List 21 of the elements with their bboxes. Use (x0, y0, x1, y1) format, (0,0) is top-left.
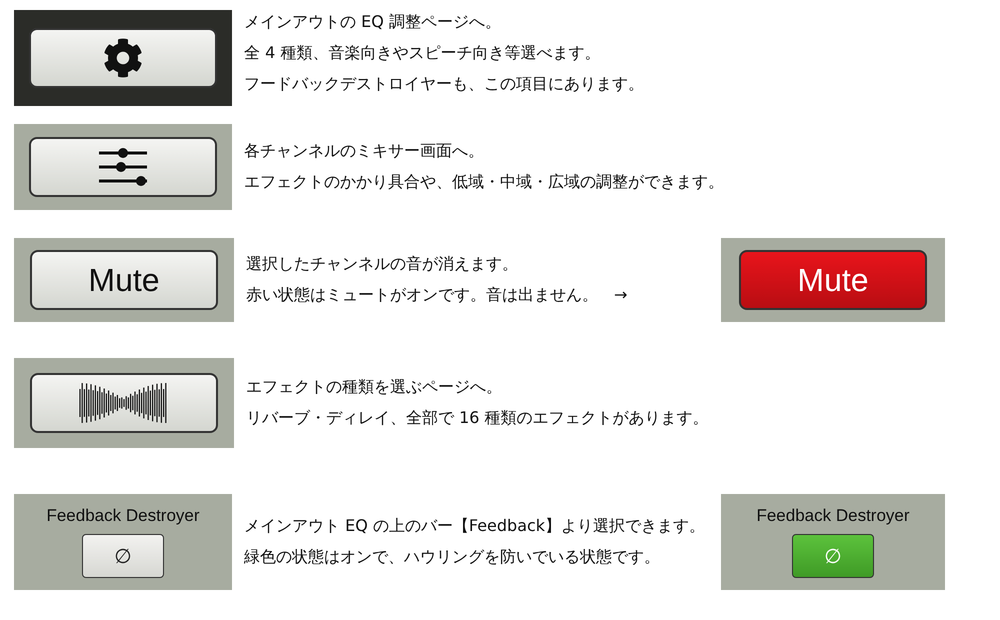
mute-button[interactable]: Mute (739, 250, 927, 310)
sliders-icon (97, 147, 149, 187)
description-text: 赤い状態はミュートがオンです。音は出ません。 → (246, 285, 628, 306)
description-text: 全 4 種類、音楽向きやスピーチ向き等選べます。 (244, 43, 602, 64)
description-text: フードバックデストロイヤーも、この項目にあります。 (244, 74, 645, 95)
mute-button[interactable]: Mute (30, 250, 218, 310)
description-text: エフェクトの種類を選ぶページへ。 (246, 377, 503, 398)
settings-icon (103, 38, 143, 78)
description-text: 各チャンネルのミキサー画面へ。 (244, 141, 485, 162)
description-text: リバーブ・ディレイ、全部で 16 種類のエフェクトがあります。 (246, 408, 710, 429)
description-text: 緑色の状態はオンで、ハウリングを防いでいる状態です。 (244, 547, 661, 568)
mixer-button[interactable] (29, 137, 217, 197)
effects-button[interactable] (30, 373, 218, 433)
panel-title: Feedback Destroyer (46, 506, 200, 526)
description-text: メインアウト EQ の上のバー【Feedback】より選択できます。 (244, 516, 706, 537)
description-text: メインアウトの EQ 調整ページへ。 (244, 12, 502, 33)
feedback-button[interactable]: ∅ (82, 534, 164, 578)
description-text: 選択したチャンネルの音が消えます。 (246, 254, 519, 275)
settings-button[interactable] (29, 28, 217, 88)
description-text: エフェクトのかかり具合や、低域・中域・広域の調整ができます。 (244, 172, 725, 193)
panel-title: Feedback Destroyer (756, 506, 910, 526)
